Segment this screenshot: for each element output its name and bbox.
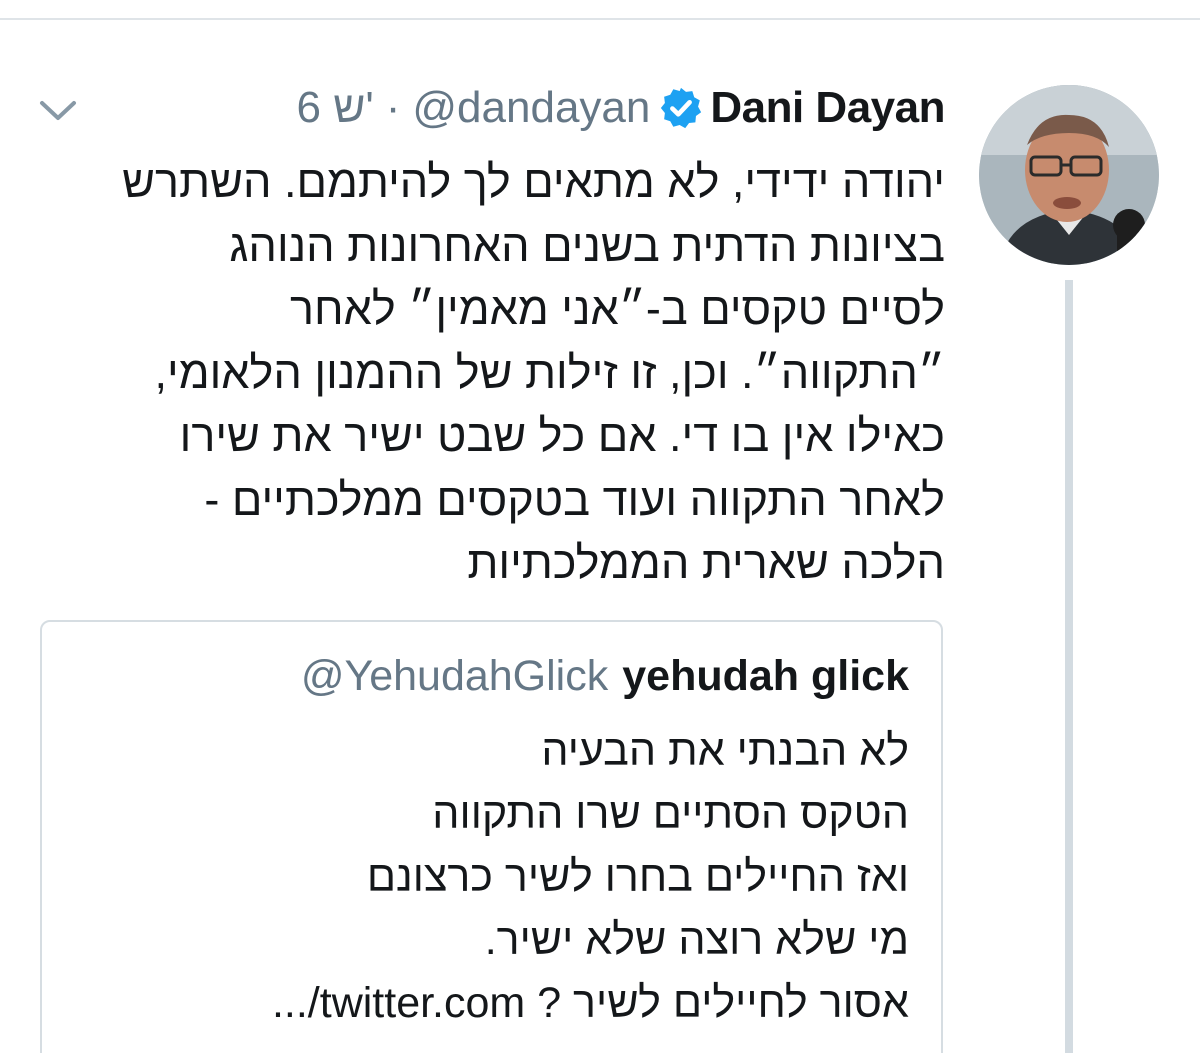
tweet-screen: Dani Dayan @dandayan · 6 ש' יהודה ידידי,… [0,0,1200,1053]
avatar-photo [979,85,1159,265]
tweet-timestamp[interactable]: 6 ש' [297,83,374,133]
quoted-tweet-card[interactable]: yehudah glick @YehudahGlick לא הבנתי את … [40,620,943,1053]
tweet-text-line: יהודה ידידי, לא מתאים לך להיתמם. השתרש [122,156,945,207]
tweet-text-line: לאחר התקווה ועוד בטקסים ממלכתיים - [204,473,945,525]
tweet-text-line: הלכה שארית הממלכתיות [467,537,945,588]
quoted-text-line: הטקס הסתיים שרו התקווה [432,790,909,838]
thread-connector-line [1065,280,1073,1053]
tweet-text-line: כאילו אין בו די. אם כל שבט ישיר את שירו [179,410,945,461]
quoted-text-line: מי שלא רוצה שלא ישיר. [484,916,909,964]
header-separator: · [385,83,401,132]
tweet-text-line: ״התקווה״. וכן, זו זילות של ההמנון הלאומי… [154,346,946,398]
tweet-text-line: בציונות הדתית בשנים האחרונות הנוהג [229,219,945,271]
tweet-header: Dani Dayan @dandayan · 6 ש' [297,78,946,138]
chevron-down-icon[interactable] [38,98,78,124]
tweet-text-line: לסיים טקסים ב-״אני מאמין״ לאחר [289,283,945,334]
quoted-text-line[interactable]: אסור לחיילים לשיר ? twitter.com/... [149,972,909,1035]
top-divider [0,18,1200,20]
quoted-author-name: yehudah glick [622,652,909,700]
verified-badge-icon [661,87,702,129]
quoted-author-handle: @YehudahGlick [300,652,609,700]
quoted-tweet-header: yehudah glick @YehudahGlick [301,652,909,701]
quoted-tweet-text: לא הבנתי את הבעיה הטקס הסתיים שרו התקווה… [149,720,909,1035]
quoted-text-line: לא הבנתי את הבעיה [541,727,909,775]
tweet-text: יהודה ידידי, לא מתאים לך להיתמם. השתרש ב… [122,150,946,595]
quoted-text-line: ואז החיילים בחרו לשיר כרצונם [366,853,909,901]
avatar[interactable] [979,85,1159,265]
author-handle[interactable]: @dandayan [412,83,650,133]
author-name[interactable]: Dani Dayan [710,83,945,133]
